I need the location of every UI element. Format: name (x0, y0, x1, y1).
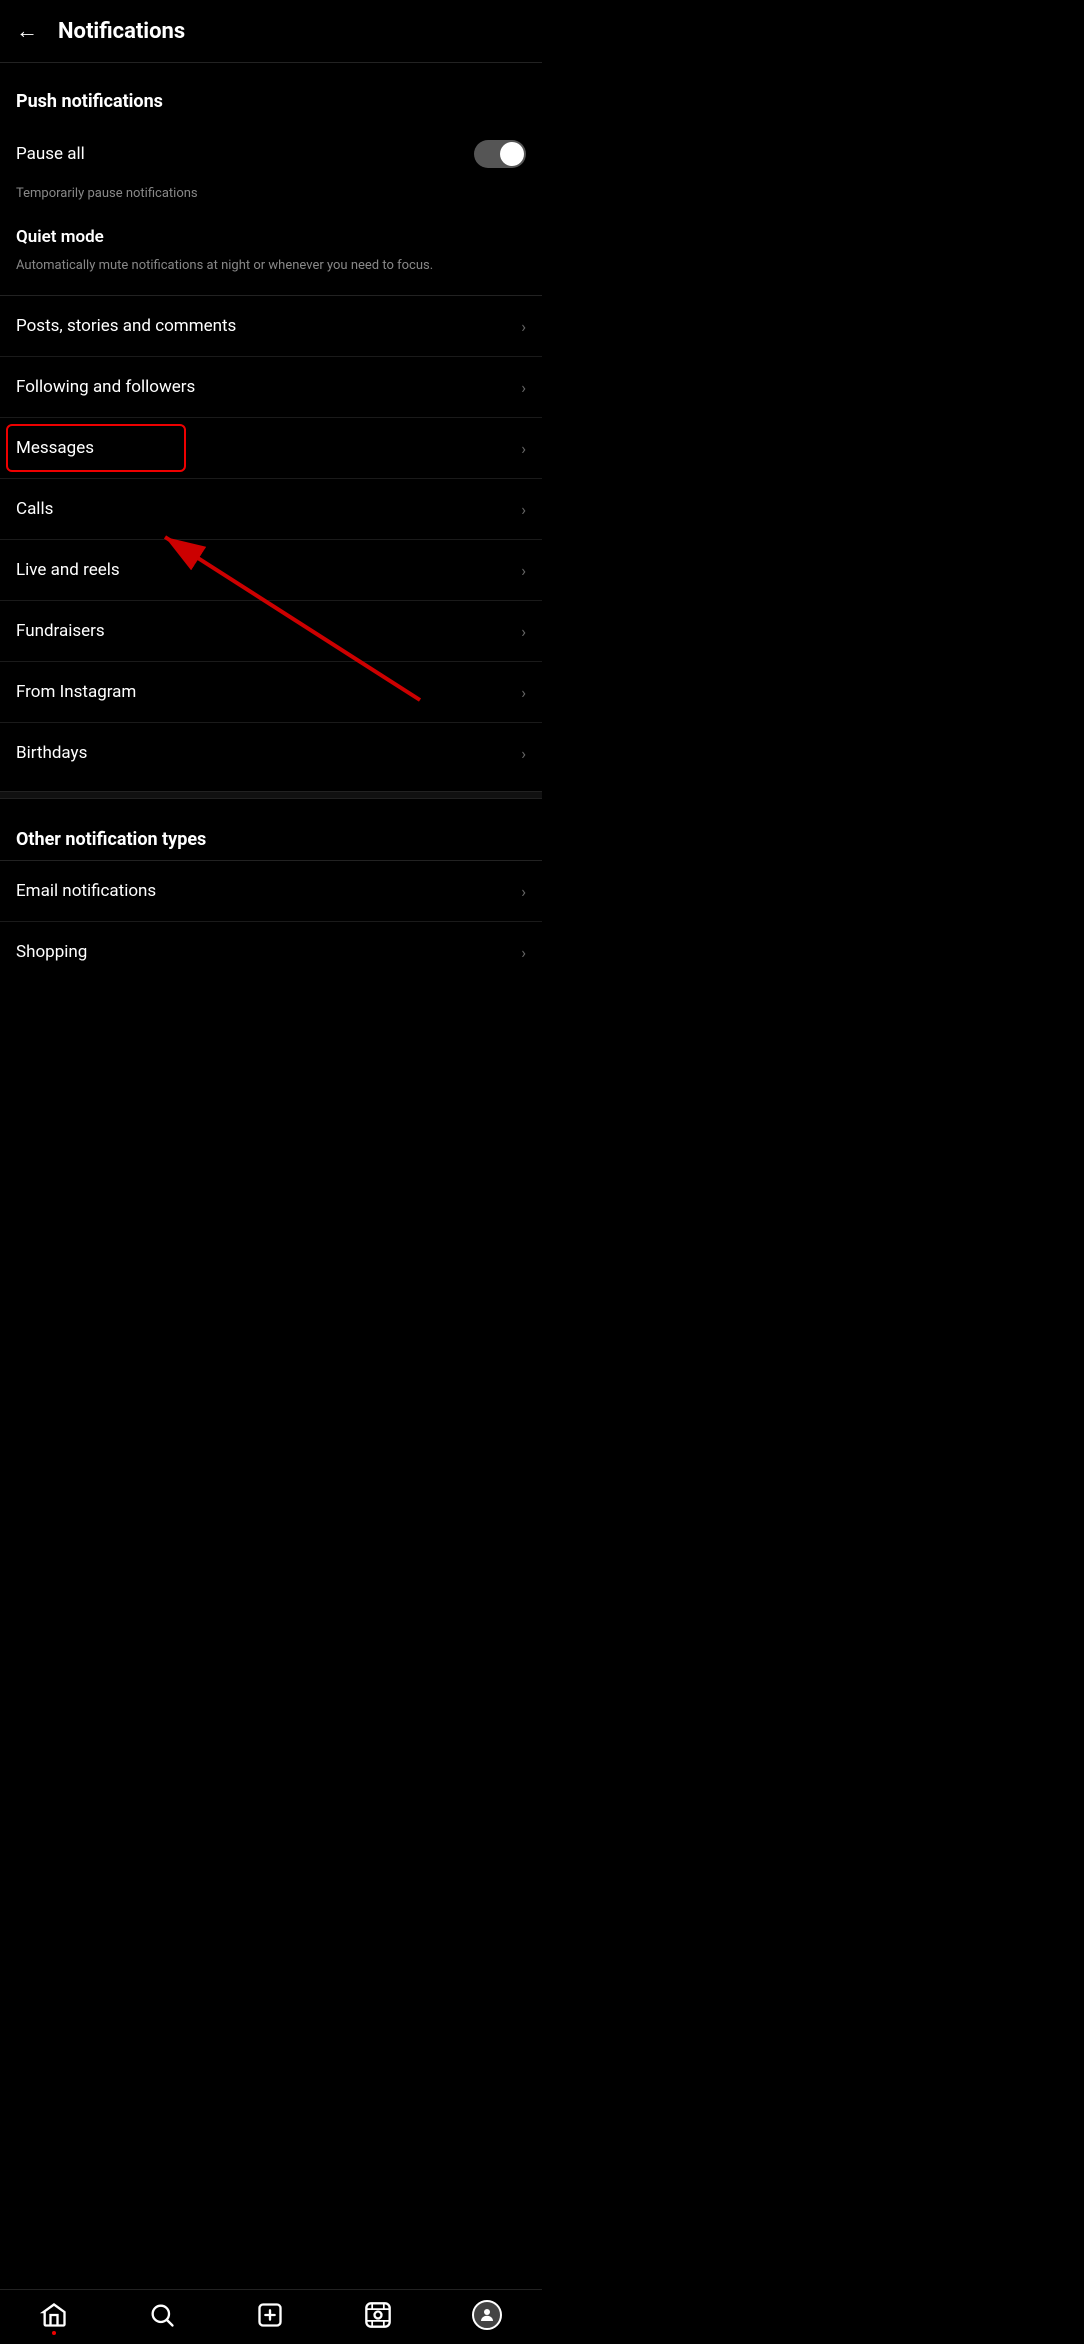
quiet-mode-description: Automatically mute notifications at nigh… (0, 253, 542, 295)
nav-item-following-followers[interactable]: Following and followers › (0, 356, 542, 417)
other-notification-types-label: Other notification types (0, 807, 542, 860)
chevron-right-icon: › (521, 744, 526, 763)
header: ← Notifications (0, 0, 542, 63)
nav-item-from-instagram[interactable]: From Instagram › (0, 661, 542, 722)
home-active-dot (52, 2331, 56, 2335)
nav-item-label: From Instagram (16, 682, 136, 702)
chevron-right-icon: › (521, 317, 526, 336)
nav-profile[interactable] (472, 2300, 502, 2330)
nav-item-label: Birthdays (16, 743, 87, 763)
create-icon (256, 2301, 284, 2329)
pause-all-subtitle: Temporarily pause notifications (0, 186, 542, 219)
pause-all-row: Pause all (0, 122, 542, 186)
nav-item-messages[interactable]: Messages › (0, 417, 542, 478)
chevron-right-icon: › (521, 943, 526, 962)
nav-create[interactable] (256, 2301, 284, 2329)
nav-item-calls[interactable]: Calls › (0, 478, 542, 539)
nav-search[interactable] (148, 2301, 176, 2329)
nav-item-birthdays[interactable]: Birthdays › (0, 722, 542, 783)
nav-item-label: Email notifications (16, 881, 156, 901)
bottom-navigation (0, 2289, 542, 2344)
nav-item-live-reels[interactable]: Live and reels › (0, 539, 542, 600)
chevron-right-icon: › (521, 882, 526, 901)
chevron-right-icon: › (521, 378, 526, 397)
nav-items-list: Posts, stories and comments › Following … (0, 295, 542, 783)
pause-all-toggle[interactable] (474, 140, 526, 168)
nav-item-fundraisers[interactable]: Fundraisers › (0, 600, 542, 661)
other-nav-items-list: Email notifications › Shopping › (0, 860, 542, 982)
nav-item-label: Posts, stories and comments (16, 316, 236, 336)
page-title: Notifications (58, 19, 185, 44)
section-divider (0, 791, 542, 799)
nav-home[interactable] (40, 2301, 68, 2329)
nav-item-posts-stories-comments[interactable]: Posts, stories and comments › (0, 295, 542, 356)
search-icon (148, 2301, 176, 2329)
nav-item-label: Following and followers (16, 377, 195, 397)
nav-item-label: Shopping (16, 942, 87, 962)
nav-reels[interactable] (364, 2301, 392, 2329)
nav-item-shopping[interactable]: Shopping › (0, 921, 542, 982)
chevron-right-icon: › (521, 561, 526, 580)
reels-icon (364, 2301, 392, 2329)
nav-item-label: Messages (16, 438, 94, 458)
quiet-mode-label: Quiet mode (0, 219, 542, 253)
chevron-right-icon: › (521, 683, 526, 702)
chevron-right-icon: › (521, 439, 526, 458)
pause-all-label: Pause all (16, 144, 85, 164)
push-notifications-section-label: Push notifications (0, 63, 542, 122)
nav-item-email-notifications[interactable]: Email notifications › (0, 860, 542, 921)
nav-item-label: Fundraisers (16, 621, 105, 641)
nav-item-label: Live and reels (16, 560, 120, 580)
profile-avatar (472, 2300, 502, 2330)
chevron-right-icon: › (521, 622, 526, 641)
back-button[interactable]: ← (16, 18, 38, 44)
home-icon (40, 2301, 68, 2329)
nav-item-label: Calls (16, 499, 53, 519)
chevron-right-icon: › (521, 500, 526, 519)
